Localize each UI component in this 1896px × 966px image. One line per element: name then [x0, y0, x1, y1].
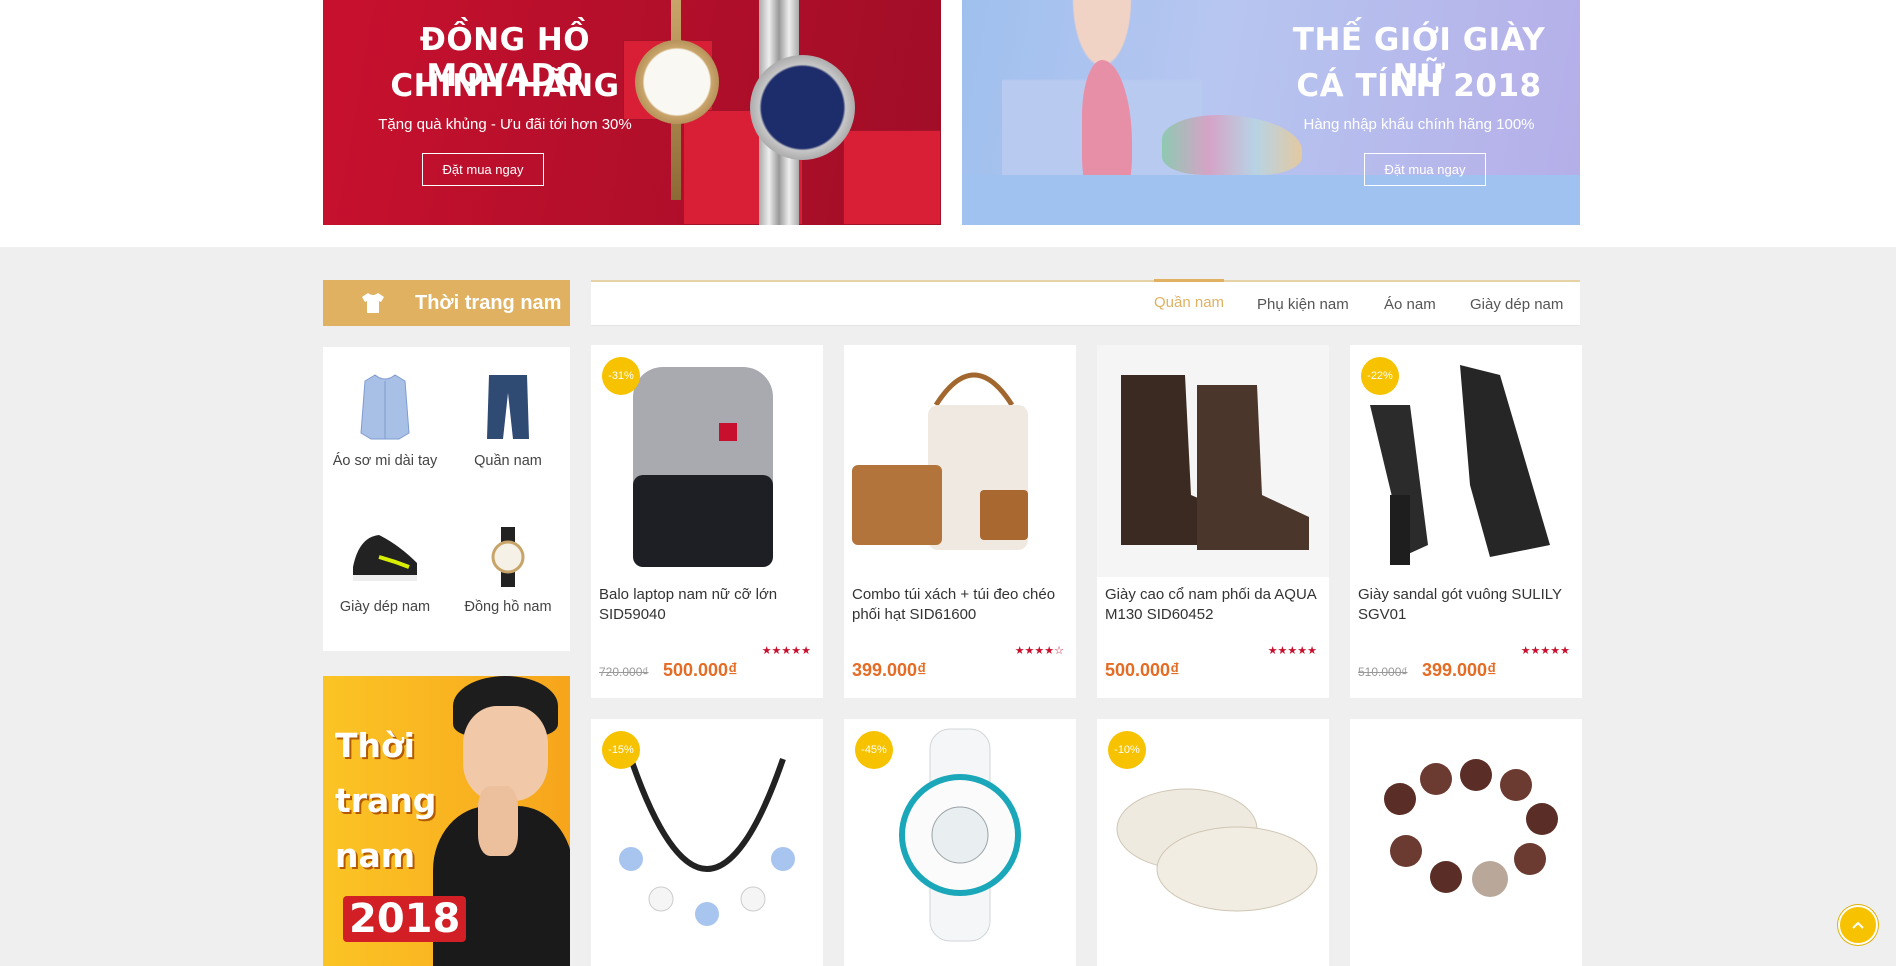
product-price: 500.000₫ — [663, 660, 738, 680]
shirt-product-icon — [360, 374, 410, 440]
product-card[interactable]: Giày cao cổ nam phối da AQUA M130 SID604… — [1097, 345, 1329, 698]
discount-badge: -45% — [855, 731, 893, 769]
category-item-label: Đồng hồ nam — [464, 599, 552, 615]
product-name[interactable]: Giày cao cổ nam phối da AQUA M130 SID604… — [1105, 585, 1323, 625]
category-grid: Áo sơ mi dài tay Quần nam Giày dép nam Đ… — [323, 347, 570, 651]
category-item-shoes[interactable]: Giày dép nam — [323, 527, 447, 615]
old-price: 510.000₫ — [1358, 665, 1408, 679]
handbag-set-image — [852, 372, 1028, 550]
product-card[interactable]: -31% Balo laptop nam nữ cỡ lớn SID59040 … — [591, 345, 823, 698]
shirt-icon — [362, 293, 384, 313]
table-surface — [962, 175, 1580, 225]
product-card[interactable] — [1350, 719, 1582, 966]
colorful-shoe-image — [1162, 115, 1302, 175]
discount-badge: -15% — [602, 731, 640, 769]
category-item-label: Quần nam — [474, 453, 542, 469]
banner-subtitle: Tặng quà khủng - Ưu đãi tới hơn 30% — [378, 116, 632, 133]
rating-stars: ★★★★☆ — [1014, 645, 1064, 657]
rating-stars: ★★★★★ — [1267, 645, 1317, 657]
category-item-label: Áo sơ mi dài tay — [332, 453, 438, 469]
product-card[interactable]: -22% Giày sandal gót vuông SULILY SGV01 … — [1350, 345, 1582, 698]
product-price: 500.000₫ — [1105, 660, 1180, 680]
product-name[interactable]: Balo laptop nam nữ cỡ lớn SID59040 — [599, 585, 817, 625]
product-tabs: Quần nam Phụ kiện nam Áo nam Giày dép na… — [591, 279, 1580, 326]
discount-badge: -31% — [602, 357, 640, 395]
tab-phu-kien-nam[interactable]: Phụ kiện nam — [1257, 282, 1349, 326]
category-item-watch[interactable]: Đồng hồ nam — [446, 527, 570, 615]
top-banner-strip: ĐỒNG HỒ MOVADO CHÍNH HÃNG Tặng quà khủng… — [0, 0, 1896, 247]
product-price: 399.000₫ — [852, 660, 927, 680]
product-card[interactable]: -45% — [844, 719, 1076, 966]
rating-stars: ★★★★★ — [761, 645, 811, 657]
sneaker-icon — [353, 535, 417, 581]
product-name[interactable]: Giày sandal gót vuông SULILY SGV01 — [1358, 585, 1576, 625]
wood-bracelet-image — [1384, 759, 1558, 897]
category-item-label: Giày dép nam — [339, 599, 431, 615]
promo-year: 2018 — [343, 896, 467, 942]
men-fashion-promo-banner[interactable]: Thời trang nam 2018 — [323, 676, 570, 966]
promo-text: trang — [335, 781, 437, 820]
tab-ao-nam[interactable]: Áo nam — [1384, 282, 1436, 326]
back-to-top-button[interactable] — [1838, 905, 1878, 945]
discount-badge: -22% — [1361, 357, 1399, 395]
discount-badge: -10% — [1108, 731, 1146, 769]
tab-quan-nam[interactable]: Quần nam — [1154, 279, 1225, 323]
product-price: 399.000₫ — [1422, 660, 1497, 680]
jeans-icon — [487, 375, 529, 439]
gift-box-decoration — [843, 130, 941, 225]
movado-watch-banner[interactable]: ĐỒNG HỒ MOVADO CHÍNH HÃNG Tặng quà khủng… — [323, 0, 941, 225]
banner-subtitle: Hàng nhập khẩu chính hãng 100% — [1303, 116, 1535, 133]
category-header[interactable]: Thời trang nam — [323, 280, 570, 326]
product-card[interactable]: Combo túi xách + túi đeo chéo phối hạt S… — [844, 345, 1076, 698]
women-shoes-banner[interactable]: THẾ GIỚI GIÀY NỮ CÁ TÍNH 2018 Hàng nhập … — [962, 0, 1580, 225]
blue-watch-image — [750, 55, 855, 160]
promo-text: Thời — [335, 726, 415, 765]
boots-image — [1097, 345, 1329, 577]
product-card[interactable]: -10% — [1097, 719, 1329, 966]
rating-stars: ★★★★★ — [1520, 645, 1570, 657]
banner-buy-button[interactable]: Đặt mua ngay — [1364, 153, 1486, 186]
product-card[interactable]: -15% — [591, 719, 823, 966]
banner-title: CHÍNH HÃNG — [390, 68, 620, 104]
old-price: 720.000₫ — [599, 665, 649, 679]
chevron-up-icon — [1852, 921, 1864, 929]
watch-icon — [491, 527, 525, 587]
banner-buy-button[interactable]: Đặt mua ngay — [422, 153, 544, 186]
category-item-shirt[interactable]: Áo sơ mi dài tay — [323, 373, 447, 469]
promo-text: nam — [335, 836, 416, 875]
category-item-jeans[interactable]: Quần nam — [446, 373, 570, 469]
product-name[interactable]: Combo túi xách + túi đeo chéo phối hạt S… — [852, 585, 1070, 625]
category-title: Thời trang nam — [415, 291, 562, 314]
banner-title: CÁ TÍNH 2018 — [1296, 68, 1542, 104]
tab-giay-dep-nam[interactable]: Giày dép nam — [1470, 282, 1563, 326]
